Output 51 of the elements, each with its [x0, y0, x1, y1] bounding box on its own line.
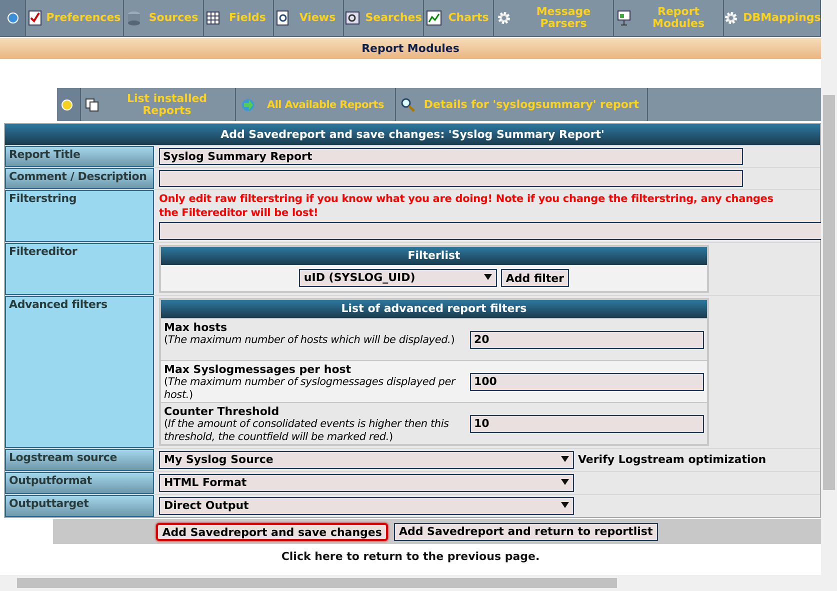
field-label: Advanced filters [5, 296, 154, 448]
filter-description: (The maximum number of syslogmessages displayed per host.) [164, 376, 457, 402]
home-tab[interactable] [0, 0, 26, 36]
field-label: Outputformat [5, 472, 154, 494]
dropdown[interactable]: My Syslog Source [159, 451, 574, 469]
field-label: Filtereditor [5, 243, 154, 295]
number-field[interactable]: 100 [470, 373, 704, 391]
grid-icon [206, 11, 220, 25]
field-label: Outputtarget [5, 495, 154, 517]
field-label: Report Title [5, 146, 154, 167]
add-filter-button[interactable]: Add filter [500, 269, 570, 287]
checklist-icon [28, 10, 42, 26]
pages-icon [85, 98, 99, 112]
magnifier-icon [400, 96, 416, 112]
table-header: Filterlist [161, 247, 707, 265]
dropdown[interactable]: Direct Output [159, 497, 574, 515]
gear-icon [496, 10, 512, 26]
database-icon [126, 10, 142, 26]
home-tab[interactable] [57, 88, 81, 121]
table-header: List of advanced report filters [161, 300, 707, 318]
chart-icon [426, 10, 442, 26]
field-label: Logstream source [5, 449, 154, 471]
field-label: Comment / Description [5, 168, 154, 189]
form-button[interactable]: Add Savedreport and save changes [156, 522, 388, 540]
form-title: Add Savedreport and save changes: 'Syslog Summary Report' [5, 124, 820, 145]
filter-description: (The maximum number of hosts which will be displayed.) [164, 334, 456, 348]
number-field[interactable]: 20 [470, 331, 704, 349]
caret-icon [561, 454, 569, 463]
form-button[interactable]: Add Savedreport and return to reportlist [394, 522, 658, 540]
number-field[interactable]: 10 [470, 415, 704, 433]
dot-icon [61, 98, 73, 110]
presentation-icon [616, 10, 632, 26]
dropdown[interactable]: uID (SYSLOG_UID) [298, 269, 497, 287]
dropdown[interactable]: HTML Format [159, 474, 574, 492]
text-field[interactable] [159, 170, 743, 187]
gear-icon [723, 10, 740, 26]
caret-icon [484, 272, 492, 281]
filter-name: Max Syslogmessages per host [164, 363, 352, 376]
filter-description: (If the amount of consolidated events is higher then this threshold, the countfield will be marked red.) [164, 418, 450, 444]
caret-icon [561, 500, 569, 509]
text-field[interactable] [159, 222, 821, 240]
section-title: Report Modules [0, 38, 821, 59]
back-link[interactable]: Click here to return to the previous page. [0, 550, 821, 564]
caret-icon [561, 478, 569, 486]
field-label: Filterstring [5, 190, 154, 242]
magnifier-page-icon [276, 10, 290, 26]
warning-text: Only edit raw filterstring if you know what you are doing! Note if you change the filterstring, any changes the Filtereditor will be lost! [159, 192, 774, 220]
text-field[interactable]: Syslog Summary Report [159, 148, 743, 165]
filter-name: Max hosts [164, 321, 228, 334]
filter-name: Counter Threshold [164, 405, 280, 418]
verify-link[interactable]: Verify Logstream optimization [578, 453, 766, 467]
